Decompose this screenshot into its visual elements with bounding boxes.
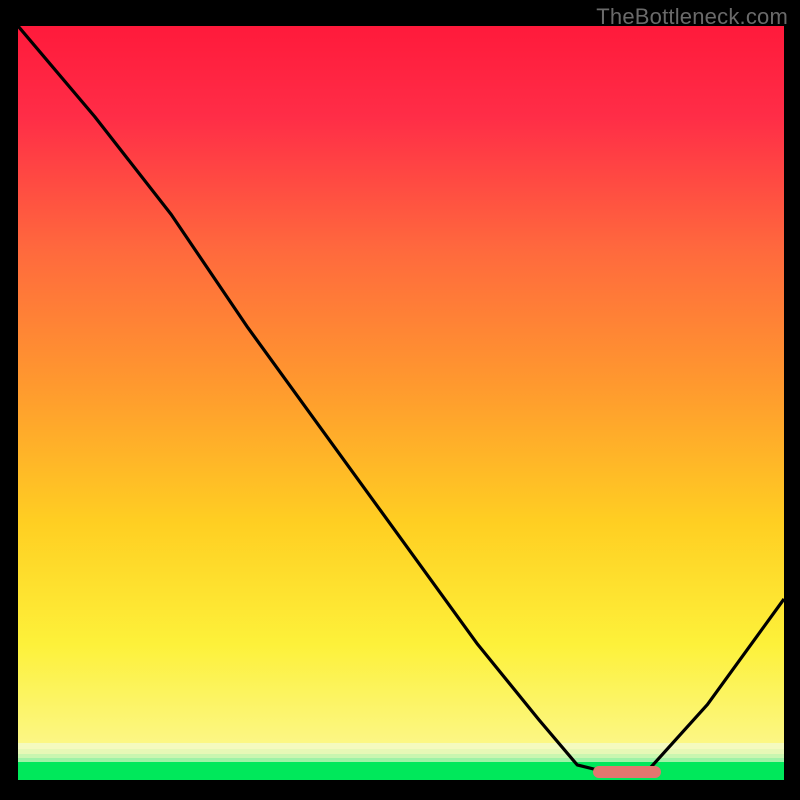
plot-svg — [18, 26, 784, 780]
green-band — [18, 762, 784, 780]
mint-stripe-3 — [18, 749, 784, 754]
gradient-background — [18, 26, 784, 780]
optimal-marker — [593, 766, 662, 778]
plot-area — [18, 26, 784, 780]
mint-stripe-2 — [18, 754, 784, 758]
watermark-text: TheBottleneck.com — [596, 4, 788, 30]
mint-stripe-1 — [18, 758, 784, 762]
chart-container: TheBottleneck.com — [0, 0, 800, 800]
